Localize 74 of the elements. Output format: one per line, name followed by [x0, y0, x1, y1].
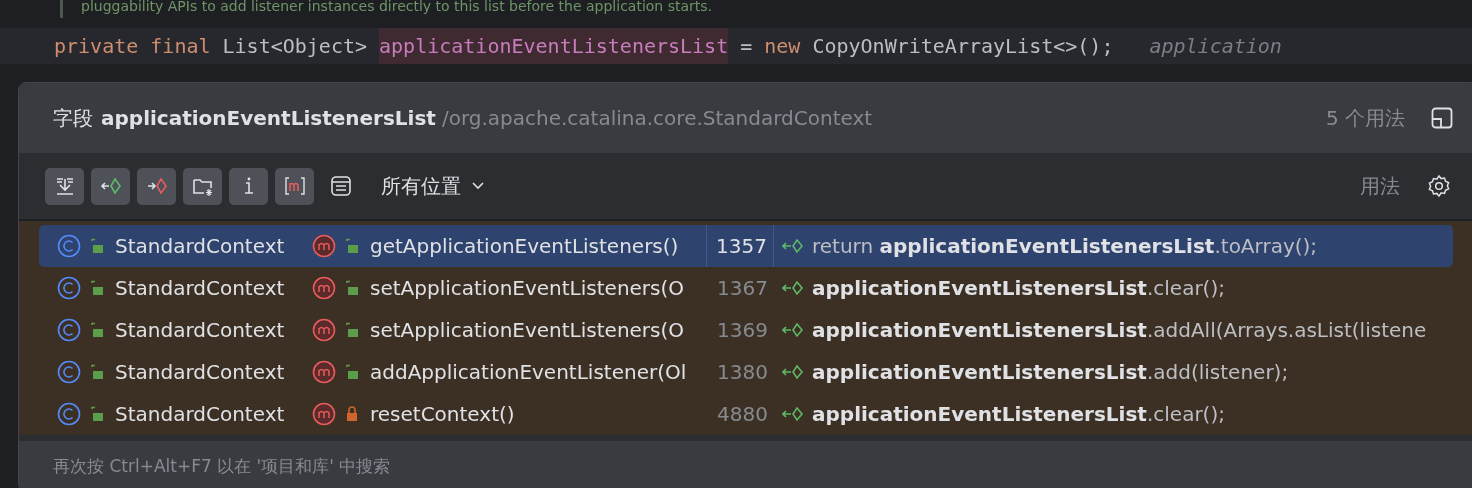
code-snippet: applicationEventListenersList.clear();: [812, 275, 1226, 302]
read-access-icon: [782, 322, 804, 338]
method-icon: [312, 360, 336, 384]
public-lock-icon: [89, 406, 105, 422]
usage-count: 5 个用法: [1325, 105, 1405, 132]
class-icon: [57, 360, 81, 384]
line-number: 1357: [706, 225, 774, 267]
class-name: StandardContext: [115, 233, 286, 260]
class-name: StandardContext: [115, 359, 286, 386]
method-icon: [312, 318, 336, 342]
code-token: final: [150, 33, 211, 60]
code-token: =: [740, 33, 753, 60]
code-token: new: [764, 33, 801, 60]
method-icon: [312, 402, 336, 426]
class-name: StandardContext: [115, 401, 286, 428]
doc-comment: pluggability APIs to add listener instances directly to this list before the application starts.: [60, 0, 1472, 18]
chevron-down-icon: [471, 181, 485, 191]
window-layout-icon[interactable]: [1431, 107, 1453, 129]
class-name: StandardContext: [115, 317, 286, 344]
public-lock-icon: [89, 322, 105, 338]
write-access-icon: [145, 175, 168, 197]
method-name: addApplicationEventListener(Ol: [370, 359, 688, 386]
line-number: 4880: [716, 401, 769, 428]
code-token: CopyOnWriteArrayList<>();: [812, 33, 1114, 60]
read-access-icon: [782, 280, 804, 296]
method-filter-icon: [283, 175, 306, 197]
scope-dropdown[interactable]: 所有位置: [381, 171, 485, 201]
public-lock-icon: [89, 238, 105, 254]
line-number: 1369: [716, 317, 769, 344]
method-icon: [312, 276, 336, 300]
code-snippet: applicationEventListenersList.add(listener);: [812, 359, 1290, 386]
code-token: private: [54, 33, 139, 60]
read-access-toggle[interactable]: [91, 167, 130, 205]
read-access-icon: [782, 238, 804, 254]
folder-toggle[interactable]: [183, 167, 222, 205]
method-name: setApplicationEventListeners(O: [370, 317, 686, 344]
line-number: 1367: [716, 275, 769, 302]
class-icon: [57, 276, 81, 300]
usage-row[interactable]: StandardContext setApplicationEventListeners(O 1367 applicationEventListenersList.clear();: [39, 267, 1453, 309]
class-icon: [57, 318, 81, 342]
list-view-icon: [329, 175, 352, 197]
class-name: StandardContext: [115, 275, 286, 302]
method-filter-toggle[interactable]: [275, 167, 314, 205]
info-toggle[interactable]: [229, 167, 268, 205]
public-lock-icon: [89, 280, 105, 296]
class-icon: [57, 234, 81, 258]
usage-row[interactable]: StandardContext addApplicationEventListener(Ol 1380 applicationEventListenersList.add(listener);: [39, 351, 1453, 393]
usage-row[interactable]: StandardContext resetContext() 4880 applicationEventListenersList.clear();: [39, 393, 1453, 435]
code-snippet: applicationEventListenersList.clear();: [812, 401, 1226, 428]
method-icon: [312, 234, 336, 258]
read-access-icon: [782, 364, 804, 380]
code-token: List<Object>: [222, 33, 367, 60]
filter-label: 用法: [1360, 173, 1400, 200]
line-number: 1380: [716, 359, 769, 386]
usage-kind-label: 字段: [53, 105, 93, 132]
field-name: applicationEventListenersList: [101, 105, 436, 132]
settings-icon[interactable]: [1427, 174, 1451, 198]
class-icon: [57, 402, 81, 426]
code-snippet: applicationEventListenersList.addAll(Arrays.asList(listene: [812, 317, 1428, 344]
read-access-icon: [782, 406, 804, 422]
public-lock-icon: [89, 364, 105, 380]
inlay-hint: application: [1149, 33, 1282, 60]
code-snippet: return applicationEventListenersList.toArray();: [812, 233, 1319, 260]
method-name: resetContext(): [370, 401, 516, 428]
method-name: setApplicationEventListeners(O: [370, 275, 686, 302]
field-path: /org.apache.catalina.core.StandardContext: [441, 105, 873, 132]
method-name: getApplicationEventListeners(): [370, 233, 680, 260]
code-token: applicationEventListenersList: [379, 28, 729, 64]
usage-row[interactable]: StandardContext getApplicationEventListeners() 1357 return applicationEventListenersList.toArray();: [39, 225, 1453, 267]
search-hint: 再次按 Ctrl+Alt+F7 以在 '项目和库' 中搜索: [19, 441, 1472, 488]
write-access-toggle[interactable]: [137, 167, 176, 205]
read-access-icon: [99, 175, 122, 197]
usage-row[interactable]: StandardContext setApplicationEventListeners(O 1369 applicationEventListenersList.addAll(Arrays.asList(listene: [39, 309, 1453, 351]
download-toggle[interactable]: [45, 167, 84, 205]
